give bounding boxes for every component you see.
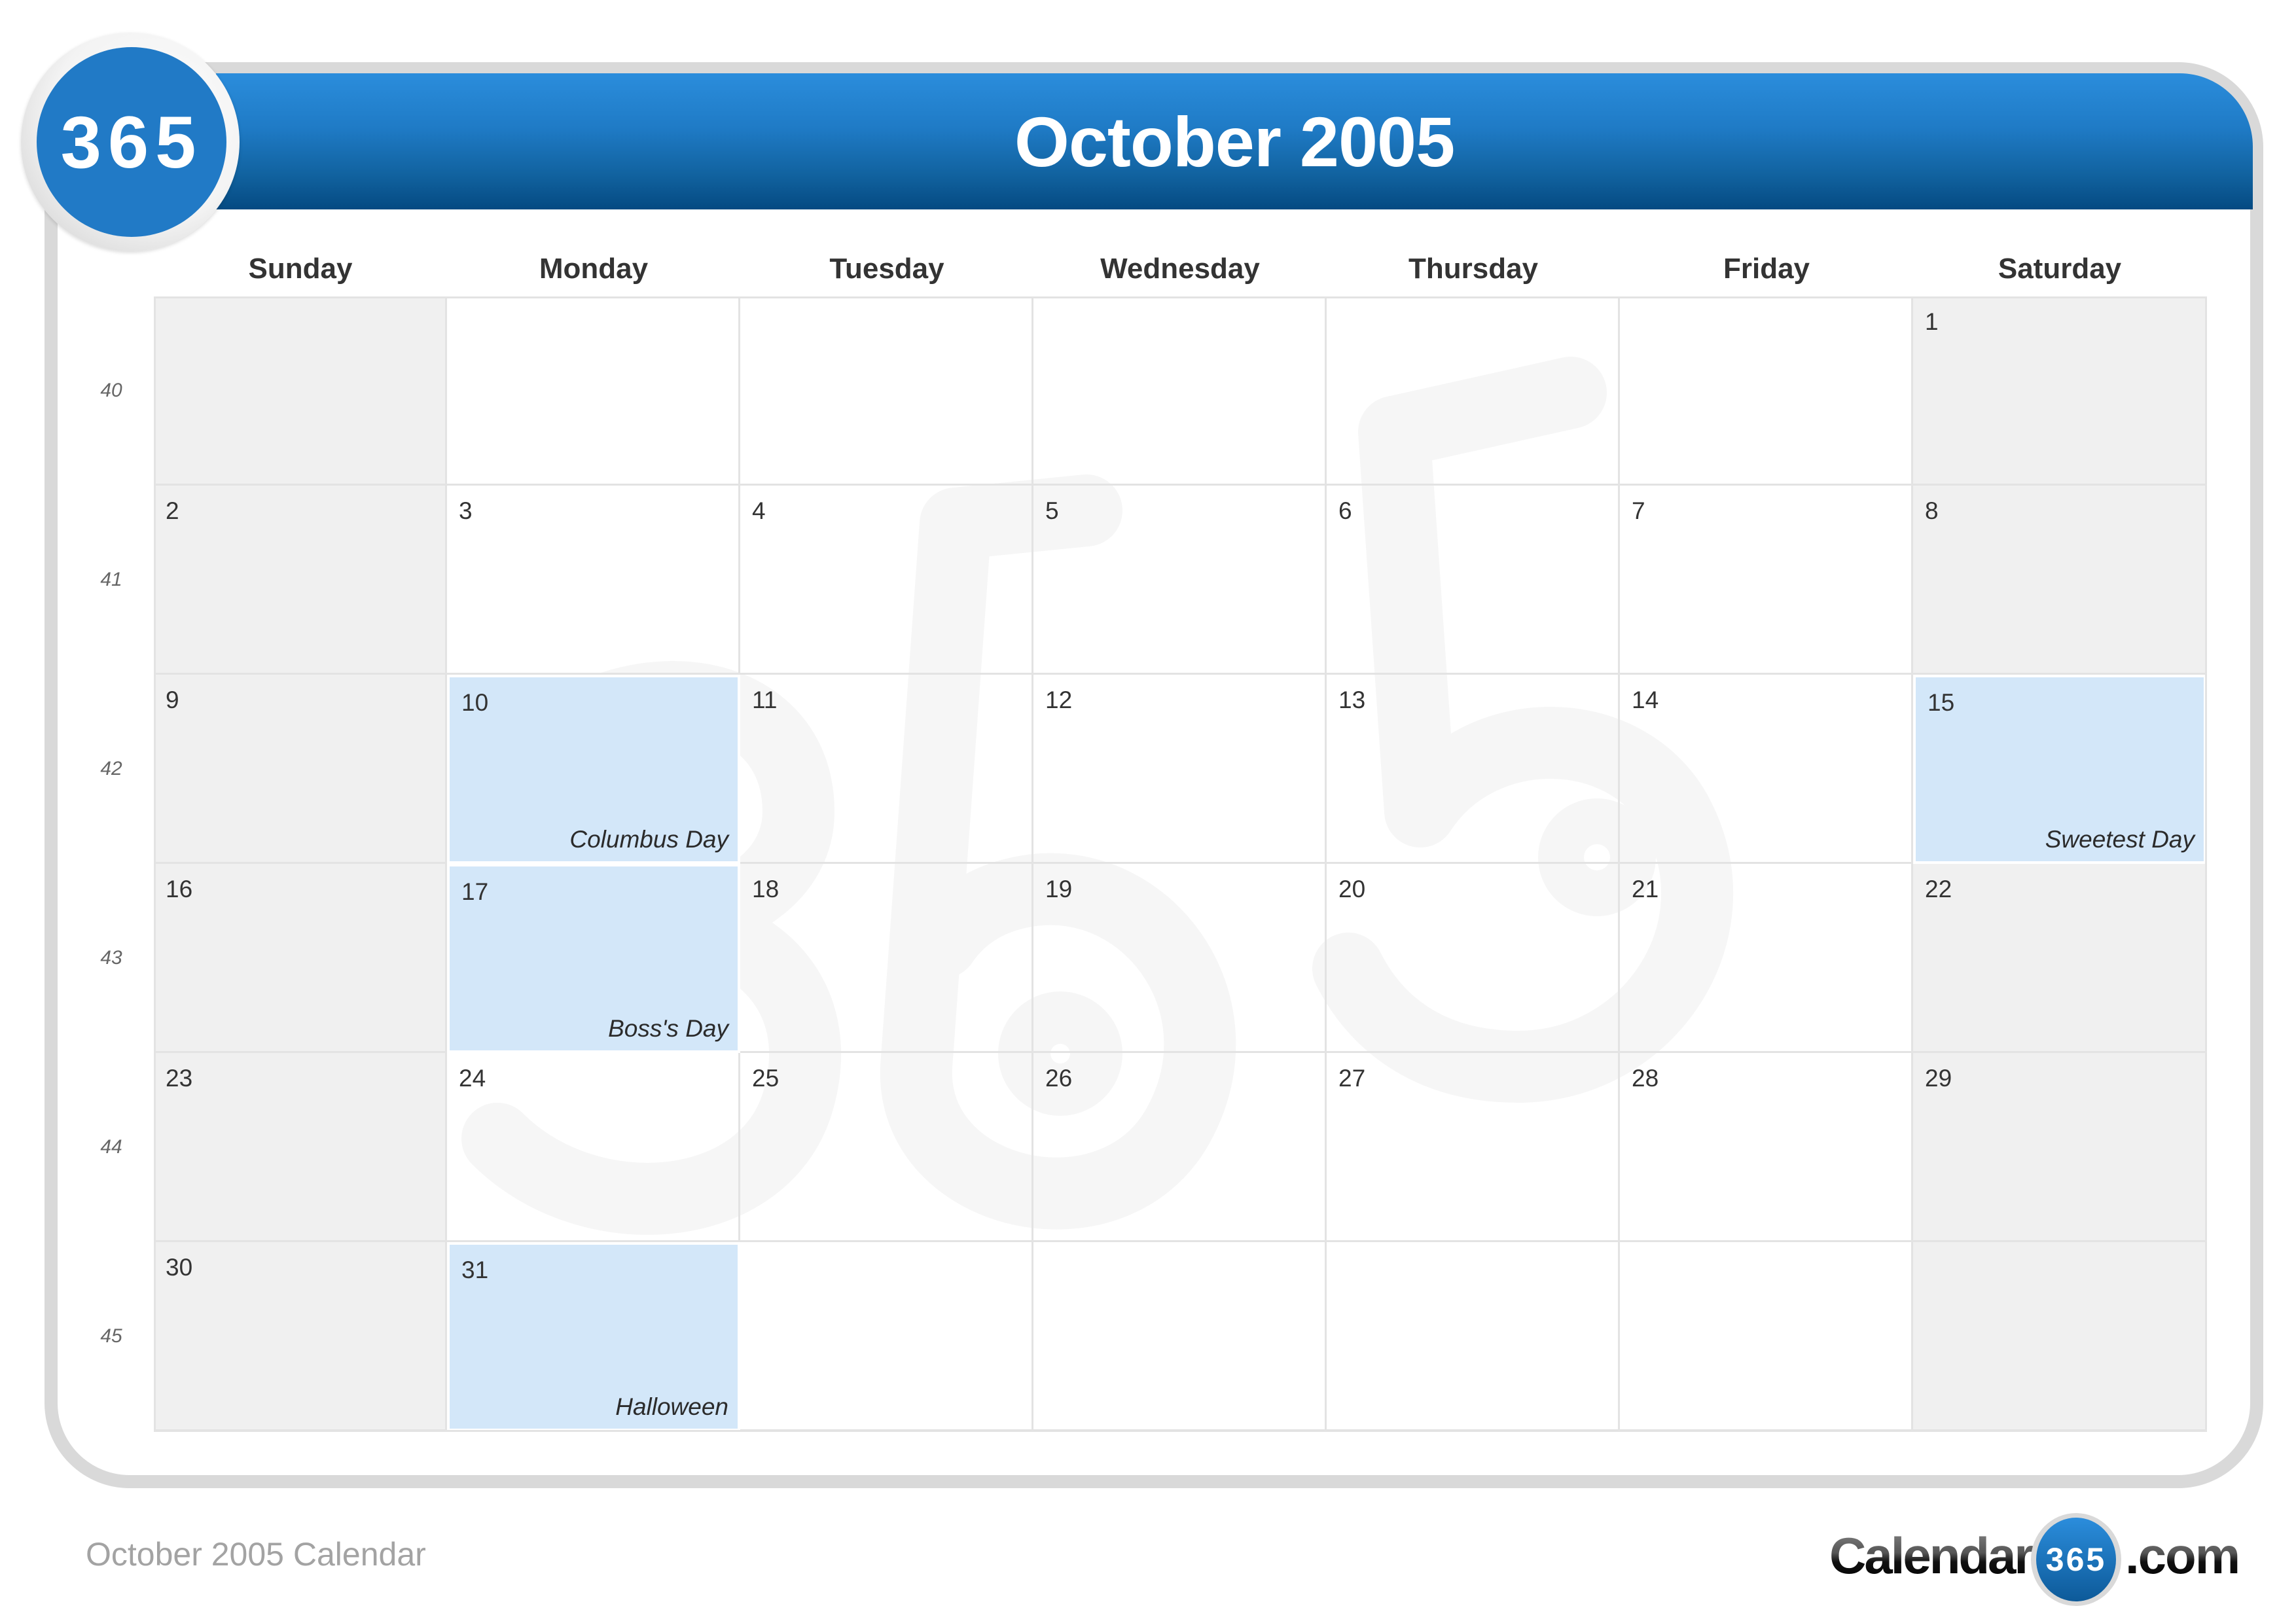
day-number: 12 [1045, 687, 1073, 713]
holiday-label: Halloween [615, 1393, 728, 1420]
day-cell[interactable]: 22 [1913, 864, 2206, 1053]
day-number: 6 [1338, 497, 1352, 524]
footer-caption: October 2005 Calendar [86, 1536, 426, 1573]
day-number: 4 [752, 497, 766, 524]
empty-day-cell [1327, 1242, 1620, 1431]
day-number: 9 [166, 687, 179, 713]
day-number: 11 [752, 687, 778, 713]
day-number: 30 [166, 1254, 193, 1281]
day-cell[interactable]: 11 [740, 675, 1033, 864]
day-number: 16 [166, 876, 193, 902]
day-cell[interactable]: 19 [1033, 864, 1327, 1053]
empty-day-cell [1033, 1242, 1327, 1431]
day-cell[interactable]: 4 [740, 486, 1033, 675]
day-number: 18 [752, 876, 780, 902]
day-cell[interactable]: 1 [1913, 296, 2206, 486]
day-cell[interactable]: 7 [1620, 486, 1913, 675]
weekday-header-monday: Monday [539, 253, 649, 285]
empty-day-cell [447, 296, 740, 486]
day-cell[interactable]: 14 [1620, 675, 1913, 864]
day-cell[interactable]: 6 [1327, 486, 1620, 675]
day-number: 31 [461, 1257, 489, 1283]
day-number: 7 [1632, 497, 1645, 524]
day-number: 20 [1338, 876, 1366, 902]
holiday-label: Sweetest Day [2045, 826, 2195, 853]
empty-day-cell [740, 296, 1033, 486]
day-cell[interactable]: 29 [1913, 1053, 2206, 1242]
day-number: 21 [1632, 876, 1659, 902]
week-number: 43 [100, 946, 122, 969]
day-number: 5 [1045, 497, 1059, 524]
weekday-header-wednesday: Wednesday [1100, 253, 1260, 285]
empty-day-cell [154, 296, 447, 486]
day-number: 13 [1338, 687, 1366, 713]
weekday-header-saturday: Saturday [1998, 253, 2122, 285]
week-number: 40 [100, 379, 122, 401]
day-cell[interactable]: 5 [1033, 486, 1327, 675]
week-number: 44 [100, 1135, 122, 1158]
day-cell[interactable]: 28 [1620, 1053, 1913, 1242]
week-number: 41 [100, 568, 122, 590]
day-number: 23 [166, 1065, 193, 1092]
day-cell[interactable]: 9 [154, 675, 447, 864]
brand-name-left: Calendar- [1829, 1527, 2049, 1584]
day-cell[interactable]: 25 [740, 1053, 1033, 1242]
day-number: 2 [166, 497, 179, 524]
day-cell[interactable]: 8 [1913, 486, 2206, 675]
day-number: 28 [1632, 1065, 1659, 1092]
day-cell[interactable]: 30 [154, 1242, 447, 1431]
day-number: 27 [1338, 1065, 1366, 1092]
day-number: 26 [1045, 1065, 1073, 1092]
empty-day-cell [740, 1242, 1033, 1431]
day-cell[interactable]: 23 [154, 1053, 447, 1242]
week-number: 45 [100, 1325, 122, 1347]
month-title: October 2005 [1014, 101, 1455, 181]
day-cell-holiday[interactable]: 15 Sweetest Day [1913, 675, 2206, 864]
weekday-header-tuesday: Tuesday [829, 253, 944, 285]
day-number: 17 [461, 878, 489, 905]
day-cell[interactable]: 26 [1033, 1053, 1327, 1242]
logo-badge: 365 [37, 47, 226, 237]
day-number: 3 [459, 497, 473, 524]
day-number: 8 [1925, 497, 1939, 524]
weekday-header-friday: Friday [1723, 253, 1810, 285]
day-number: 1 [1925, 308, 1939, 335]
day-cell[interactable]: 12 [1033, 675, 1327, 864]
weekday-header-thursday: Thursday [1408, 253, 1539, 285]
day-cell-holiday[interactable]: 17 Boss's Day [447, 864, 740, 1053]
brand-logo[interactable]: Calendar- 365 .com [1829, 1505, 2240, 1606]
week-number: 42 [100, 757, 122, 779]
day-number: 10 [461, 689, 489, 716]
day-number: 24 [459, 1065, 486, 1092]
day-number: 14 [1632, 687, 1659, 713]
day-cell-holiday[interactable]: 31 Halloween [447, 1242, 740, 1431]
brand-badge: 365 [2036, 1518, 2116, 1601]
day-cell[interactable]: 20 [1327, 864, 1620, 1053]
empty-day-cell [1327, 296, 1620, 486]
day-cell[interactable]: 2 [154, 486, 447, 675]
day-cell-holiday[interactable]: 10 Columbus Day [447, 675, 740, 864]
day-number: 19 [1045, 876, 1073, 902]
weekday-header-sunday: Sunday [248, 253, 353, 285]
day-cell[interactable]: 3 [447, 486, 740, 675]
day-number: 22 [1925, 876, 1952, 902]
day-cell[interactable]: 18 [740, 864, 1033, 1053]
day-cell[interactable]: 16 [154, 864, 447, 1053]
holiday-label: Columbus Day [569, 826, 728, 853]
calendar-grid: 1 2 3 4 5 6 7 8 9 10 Columbus Day 11 12 13 14 15 Sweetes… [154, 296, 2207, 1432]
brand-badge-ring: 365 [2031, 1513, 2121, 1606]
day-number: 25 [752, 1065, 780, 1092]
day-cell[interactable]: 24 [447, 1053, 740, 1242]
day-cell[interactable]: 13 [1327, 675, 1620, 864]
day-number: 29 [1925, 1065, 1952, 1092]
day-cell[interactable]: 27 [1327, 1053, 1620, 1242]
empty-day-cell [1620, 1242, 1913, 1431]
empty-day-cell [1033, 296, 1327, 486]
holiday-label: Boss's Day [608, 1015, 728, 1042]
day-number: 15 [1928, 689, 1955, 716]
brand-name-right: .com [2125, 1527, 2240, 1584]
empty-day-cell [1913, 1242, 2206, 1431]
empty-day-cell [1620, 296, 1913, 486]
day-cell[interactable]: 21 [1620, 864, 1913, 1053]
